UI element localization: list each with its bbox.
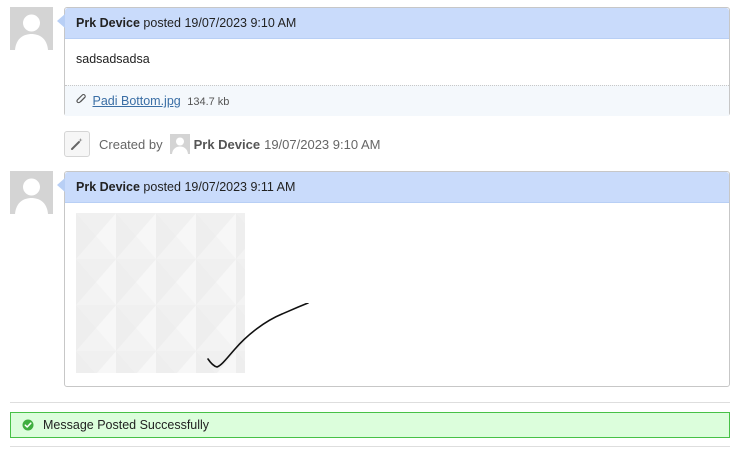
attachment-row: Padi Bottom.jpg 134.7 kb	[65, 85, 729, 116]
created-by-label: Created by	[99, 136, 163, 152]
checkmark-sketch	[207, 303, 309, 368]
post-datetime: 19/07/2023 9:10 AM	[184, 16, 297, 30]
post-header: Prk Device posted 19/07/2023 9:10 AM	[65, 8, 729, 39]
success-message-banner: Message Posted Successfully	[10, 412, 730, 438]
activity-datetime: 19/07/2023 9:10 AM	[264, 136, 381, 152]
mini-avatar	[169, 134, 190, 154]
user-silhouette-icon	[10, 171, 53, 214]
post-body	[65, 203, 729, 386]
post-header: Prk Device posted 19/07/2023 9:11 AM	[65, 172, 729, 203]
paperclip-icon	[76, 87, 87, 117]
post-author[interactable]: Prk Device	[76, 180, 140, 194]
avatar	[10, 7, 53, 50]
divider	[10, 402, 730, 403]
magic-wand-icon	[64, 131, 90, 157]
post-body: sadsadsadsa	[65, 39, 729, 85]
avatar	[10, 171, 53, 214]
user-silhouette-icon	[169, 134, 190, 154]
posted-word: posted	[143, 16, 181, 30]
user-silhouette-icon	[10, 7, 53, 50]
activity-entry: Created by Prk Device 19/07/2023 9:10 AM	[64, 130, 380, 158]
post-text: sadsadsadsa	[76, 52, 150, 66]
success-message-text: Message Posted Successfully	[43, 418, 210, 432]
post-author[interactable]: Prk Device	[76, 16, 140, 30]
check-circle-icon	[22, 419, 34, 431]
divider	[10, 446, 730, 447]
post-datetime: 19/07/2023 9:11 AM	[184, 180, 296, 194]
post-card: Prk Device posted 19/07/2023 9:11 AM	[57, 171, 730, 387]
attachment-size: 134.7 kb	[187, 96, 230, 108]
post-card: Prk Device posted 19/07/2023 9:10 AM sad…	[57, 7, 730, 116]
activity-author[interactable]: Prk Device	[194, 137, 261, 152]
posted-word: posted	[143, 180, 181, 194]
attachment-link[interactable]: Padi Bottom.jpg	[92, 94, 180, 108]
